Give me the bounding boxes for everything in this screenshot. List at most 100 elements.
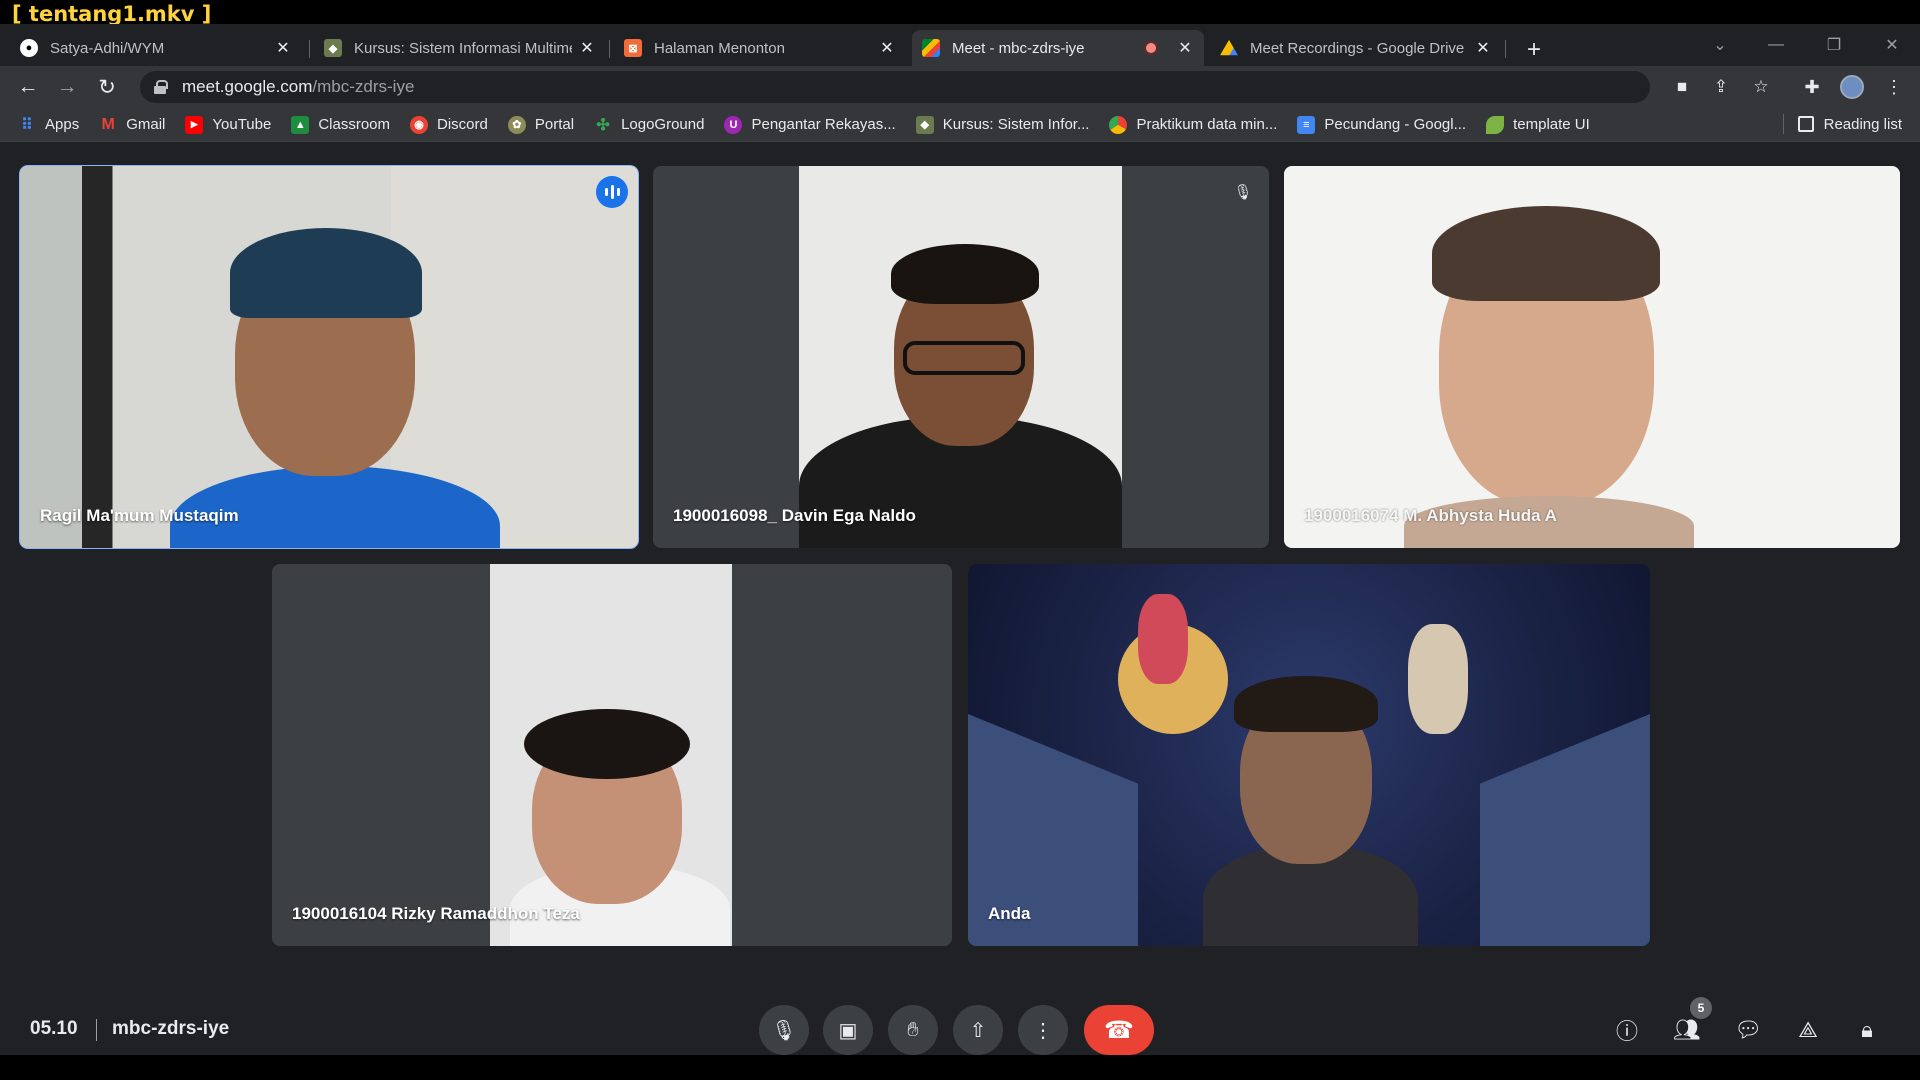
participant-video <box>20 166 638 548</box>
bookmark-pecundang[interactable]: ≡ Pecundang - Googl... <box>1297 115 1467 134</box>
tab-title: Satya-Adhi/WYM <box>50 39 165 57</box>
camera-button[interactable]: ▣ <box>823 1005 873 1055</box>
activities-icon[interactable]: ⟁ <box>1791 1013 1825 1047</box>
close-window-icon[interactable]: ✕ <box>1872 32 1912 58</box>
bookmark-apps[interactable]: ⠿ Apps <box>18 116 79 134</box>
participant-hair <box>1234 676 1378 732</box>
reading-list-label: Reading list <box>1823 115 1902 133</box>
profile-avatar[interactable] <box>1840 75 1864 99</box>
meeting-details-icon[interactable]: ⓘ <box>1610 1013 1644 1047</box>
reading-list-icon <box>1797 116 1814 132</box>
present-button[interactable]: ⇧ <box>953 1005 1003 1055</box>
browser-window: ● Satya-Adhi/WYM ✕ ◆ Kursus: Sistem Info… <box>0 24 1920 1079</box>
url-text: meet.google.com/mbc-zdrs-iye <box>182 77 414 97</box>
chrome-icon <box>1109 115 1128 134</box>
meet-icon <box>922 39 940 57</box>
tab-halaman-menonton[interactable]: ⊠ Halaman Menonton ✕ <box>614 30 906 66</box>
meet-stage: Ragil Ma'mum Mustaqim 🎙︎ 1900016098_ Dav… <box>0 142 1920 1079</box>
tab-kursus[interactable]: ◆ Kursus: Sistem Informasi Multime ✕ <box>314 30 606 66</box>
participant-video <box>1284 166 1900 548</box>
meeting-time: 05.10 <box>30 1018 78 1039</box>
reload-icon[interactable]: ↻ <box>93 73 121 101</box>
participant-video <box>490 564 732 946</box>
tab-title: Meet - mbc-zdrs-iye <box>952 39 1085 57</box>
bookmark-star-icon[interactable]: ☆ <box>1749 75 1773 99</box>
tab-github[interactable]: ● Satya-Adhi/WYM ✕ <box>10 30 302 66</box>
tab-divider <box>1505 40 1506 58</box>
camera-in-use-icon[interactable]: ■ <box>1670 75 1694 99</box>
bookmark-label: Kursus: Sistem Infor... <box>942 116 1090 133</box>
bookmark-logoground[interactable]: ✣ LogoGround <box>594 116 704 134</box>
close-icon[interactable]: ✕ <box>274 39 292 57</box>
extensions-icon[interactable]: ✚ <box>1798 73 1826 101</box>
bookmark-discord[interactable]: ◉ Discord <box>410 115 488 134</box>
more-menu-icon[interactable]: ⋮ <box>1880 73 1908 101</box>
gmail-icon: M <box>101 115 115 133</box>
end-call-button[interactable]: ☎︎ <box>1084 1005 1154 1055</box>
participant-name: 1900016074 M. Abhysta Huda A <box>1304 506 1557 525</box>
bookmark-label: Discord <box>437 116 488 133</box>
present-screen-icon: ⇧ <box>969 1019 987 1042</box>
control-divider <box>96 1019 97 1041</box>
new-tab-button[interactable]: + <box>1520 36 1548 64</box>
participant-name: 1900016104 Rizky Ramaddhon Teza <box>292 904 580 923</box>
back-icon[interactable]: ← <box>14 73 42 101</box>
bookmark-divider <box>1782 114 1784 134</box>
bookmark-youtube[interactable]: ▶ YouTube <box>185 115 272 134</box>
bookmark-template-ui[interactable]: template UI <box>1486 115 1590 134</box>
tab-meet[interactable]: Meet - mbc-zdrs-iye ✕ <box>912 30 1204 66</box>
discord-icon: ◉ <box>410 115 429 134</box>
bookmark-label: Pengantar Rekayas... <box>751 116 896 133</box>
participant-tile-abhysta[interactable]: 1900016074 M. Abhysta Huda A <box>1284 166 1900 548</box>
bookmark-label: Apps <box>45 116 80 133</box>
participant-tile-self[interactable]: Anda <box>968 564 1650 946</box>
participant-video <box>799 166 1122 548</box>
tab-divider <box>609 40 610 58</box>
docs-icon: ≡ <box>1297 115 1316 134</box>
close-icon[interactable]: ✕ <box>1474 39 1492 57</box>
forward-icon[interactable]: → <box>53 73 81 101</box>
participant-hair <box>524 709 690 779</box>
lock-icon <box>154 80 168 94</box>
bookmark-portal[interactable]: ✿ Portal <box>507 115 575 134</box>
astronaut-shape <box>1138 594 1188 684</box>
tab-drive[interactable]: Meet Recordings - Google Drive ✕ <box>1210 30 1502 66</box>
chat-icon[interactable]: 💬︎ <box>1731 1013 1765 1047</box>
share-icon[interactable]: ⇪ <box>1709 75 1733 99</box>
bookmark-gmail[interactable]: M Gmail <box>99 115 166 134</box>
close-icon[interactable]: ✕ <box>878 39 896 57</box>
participant-tile-ragil[interactable]: Ragil Ma'mum Mustaqim <box>19 165 639 549</box>
tab-title: Meet Recordings - Google Drive <box>1250 39 1465 57</box>
restore-icon[interactable]: ❐ <box>1814 32 1854 58</box>
url-path: /mbc-zdrs-iye <box>312 77 415 96</box>
bookmark-pengantar[interactable]: U Pengantar Rekayas... <box>724 115 896 134</box>
bookmark-classroom[interactable]: ▲ Classroom <box>291 115 390 134</box>
minimize-icon[interactable]: — <box>1756 32 1796 58</box>
address-bar[interactable]: meet.google.com/mbc-zdrs-iye ■ ⇪ ☆ <box>140 71 1769 103</box>
bookmark-kursus[interactable]: ◆ Kursus: Sistem Infor... <box>915 115 1090 134</box>
host-controls-icon[interactable]: 🔒︎ <box>1850 1013 1884 1047</box>
tab-title: Kursus: Sistem Informasi Multime <box>354 39 572 57</box>
bookmark-label: Pecundang - Googl... <box>1324 116 1467 133</box>
bookmark-label: Portal <box>534 116 575 133</box>
microphone-button[interactable]: 🎙︎ <box>759 1005 809 1055</box>
tab-search-icon[interactable]: ⌄ <box>1700 32 1740 58</box>
participant-hair <box>1432 206 1660 301</box>
participant-tile-davin[interactable]: 🎙︎ 1900016098_ Davin Ega Naldo <box>653 166 1269 548</box>
leaf-icon <box>1486 115 1505 134</box>
bookmark-praktikum[interactable]: Praktikum data min... <box>1109 115 1277 134</box>
bookmark-label: YouTube <box>212 116 272 133</box>
more-vert-icon: ⋮ <box>1033 1019 1053 1042</box>
recording-icon <box>1144 41 1158 55</box>
player-title-bar: [ tentang1.mkv ] <box>0 0 1920 25</box>
hand-icon: ✋︎ <box>907 1018 919 1041</box>
close-icon[interactable]: ✕ <box>578 39 596 57</box>
raise-hand-button[interactable]: ✋︎ <box>888 1005 938 1055</box>
speaking-indicator-icon <box>596 176 628 208</box>
glasses-shape <box>903 341 1025 375</box>
participant-tile-rizky[interactable]: 1900016104 Rizky Ramaddhon Teza <box>272 564 952 946</box>
reading-list-button[interactable]: Reading list <box>1782 114 1902 134</box>
more-options-button[interactable]: ⋮ <box>1018 1005 1068 1055</box>
close-icon[interactable]: ✕ <box>1176 39 1194 57</box>
course-icon: ◆ <box>915 115 934 134</box>
